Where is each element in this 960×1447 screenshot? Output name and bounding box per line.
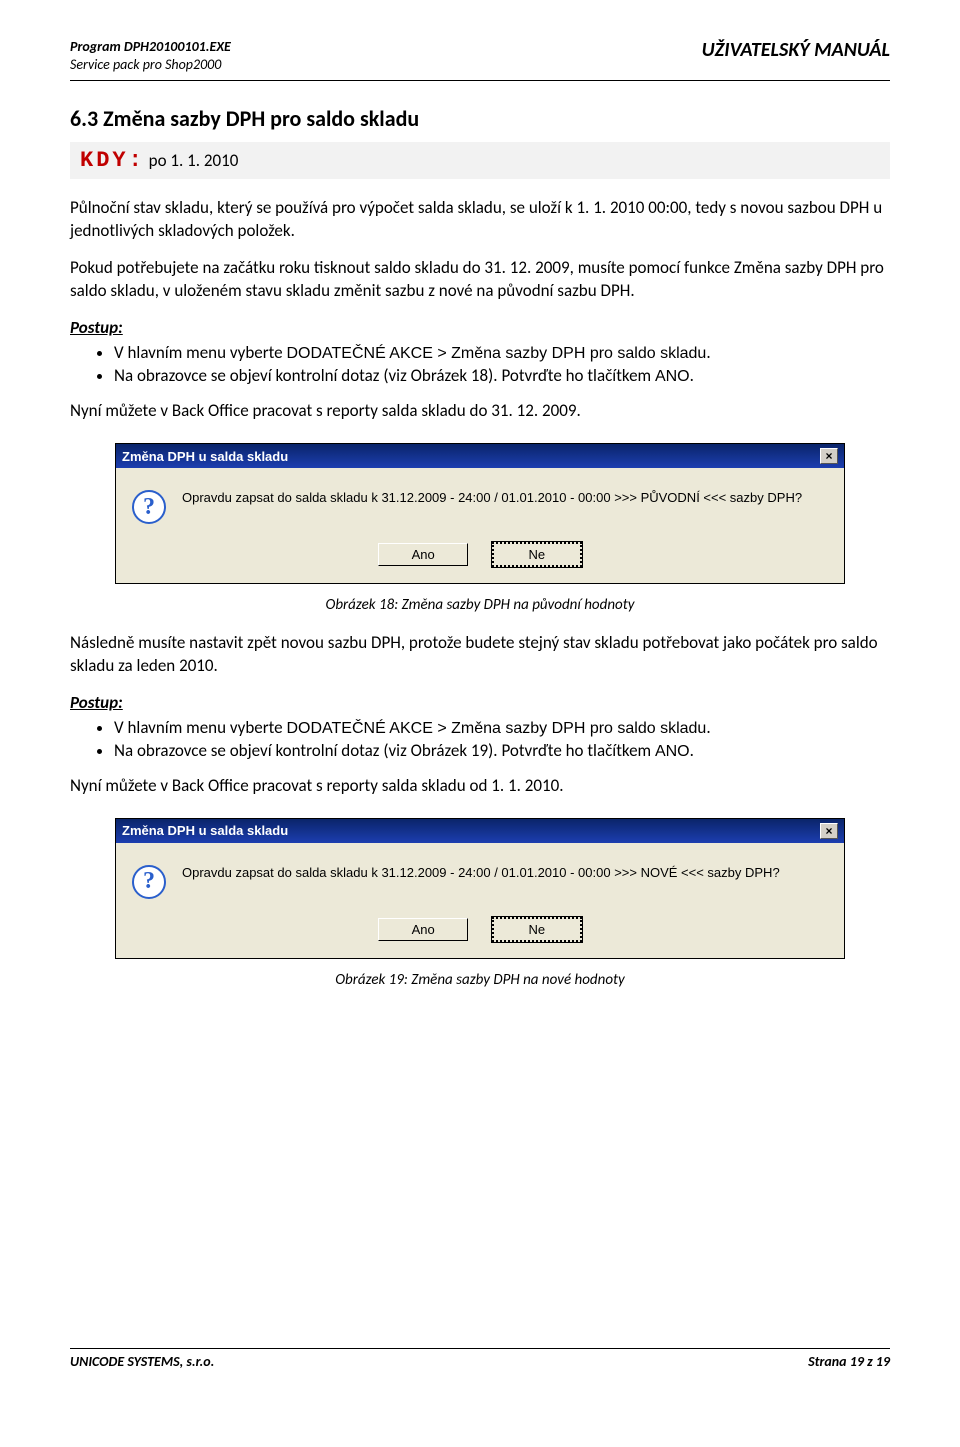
page-footer: UNICODE SYSTEMS, s.r.o. Strana 19 z 19 bbox=[70, 1348, 890, 1370]
dialog-title-text: Změna DPH u salda skladu bbox=[122, 823, 288, 838]
button-name: ANO bbox=[655, 368, 690, 385]
paragraph-2: Pokud potřebujete na začátku roku tiskno… bbox=[70, 257, 890, 303]
kdy-box: KDY: po 1. 1. 2010 bbox=[70, 142, 890, 179]
postup-label-1: Postup: bbox=[70, 317, 890, 340]
paragraph-3: Nyní můžete v Back Office pracovat s rep… bbox=[70, 400, 890, 423]
dialog-titlebar: Změna DPH u salda skladu × bbox=[116, 444, 844, 468]
steps-list-1: V hlavním menu vyberte DODATEČNÉ AKCE > … bbox=[70, 342, 890, 386]
header-subtitle: Service pack pro Shop2000 bbox=[70, 56, 231, 74]
kdy-label: KDY: bbox=[80, 148, 145, 173]
page-header: Program DPH20100101.EXE Service pack pro… bbox=[70, 38, 890, 74]
dialog-message: Opravdu zapsat do salda skladu k 31.12.2… bbox=[182, 490, 802, 505]
yes-button[interactable]: Ano bbox=[378, 918, 468, 941]
paragraph-4: Následně musíte nastavit zpět novou sazb… bbox=[70, 632, 890, 678]
question-icon: ? bbox=[132, 490, 166, 524]
dialog-screenshot-1: Změna DPH u salda skladu × ? Opravdu zap… bbox=[115, 443, 845, 584]
close-icon[interactable]: × bbox=[820, 448, 838, 464]
footer-page-number: Strana 19 z 19 bbox=[808, 1353, 890, 1370]
menu-path: DODATEČNÉ AKCE > Změna sazby DPH pro sal… bbox=[286, 345, 706, 362]
list-item: Na obrazovce se objeví kontrolní dotaz (… bbox=[114, 740, 890, 761]
list-item: Na obrazovce se objeví kontrolní dotaz (… bbox=[114, 365, 890, 386]
figure-caption-19: Obrázek 19: Změna sazby DPH na nové hodn… bbox=[70, 971, 890, 989]
menu-path: DODATEČNÉ AKCE > Změna sazby DPH pro sal… bbox=[286, 720, 706, 737]
program-name: Program DPH20100101.EXE bbox=[70, 38, 231, 56]
paragraph-5: Nyní můžete v Back Office pracovat s rep… bbox=[70, 775, 890, 798]
yes-button[interactable]: Ano bbox=[378, 543, 468, 566]
no-button[interactable]: Ne bbox=[492, 542, 582, 567]
header-left: Program DPH20100101.EXE Service pack pro… bbox=[70, 38, 231, 74]
postup-label-2: Postup: bbox=[70, 692, 890, 715]
dialog-screenshot-2: Změna DPH u salda skladu × ? Opravdu zap… bbox=[115, 818, 845, 959]
kdy-value: po 1. 1. 2010 bbox=[149, 150, 239, 171]
footer-divider bbox=[70, 1348, 890, 1349]
header-divider bbox=[70, 80, 890, 81]
header-manual-title: UŽIVATELSKÝ MANUÁL bbox=[702, 38, 890, 62]
steps-list-2: V hlavním menu vyberte DODATEČNÉ AKCE > … bbox=[70, 717, 890, 761]
list-item: V hlavním menu vyberte DODATEČNÉ AKCE > … bbox=[114, 717, 890, 738]
dialog-message: Opravdu zapsat do salda skladu k 31.12.2… bbox=[182, 865, 780, 880]
list-item: V hlavním menu vyberte DODATEČNÉ AKCE > … bbox=[114, 342, 890, 363]
footer-company: UNICODE SYSTEMS, s.r.o. bbox=[70, 1353, 214, 1370]
section-heading: 6.3 Změna sazby DPH pro saldo skladu bbox=[70, 105, 890, 132]
dialog-title-text: Změna DPH u salda skladu bbox=[122, 449, 288, 464]
no-button[interactable]: Ne bbox=[492, 917, 582, 942]
paragraph-1: Půlnoční stav skladu, který se používá p… bbox=[70, 197, 890, 243]
button-name: ANO bbox=[655, 743, 690, 760]
dialog-titlebar: Změna DPH u salda skladu × bbox=[116, 819, 844, 843]
close-icon[interactable]: × bbox=[820, 823, 838, 839]
question-icon: ? bbox=[132, 865, 166, 899]
figure-caption-18: Obrázek 18: Změna sazby DPH na původní h… bbox=[70, 596, 890, 614]
